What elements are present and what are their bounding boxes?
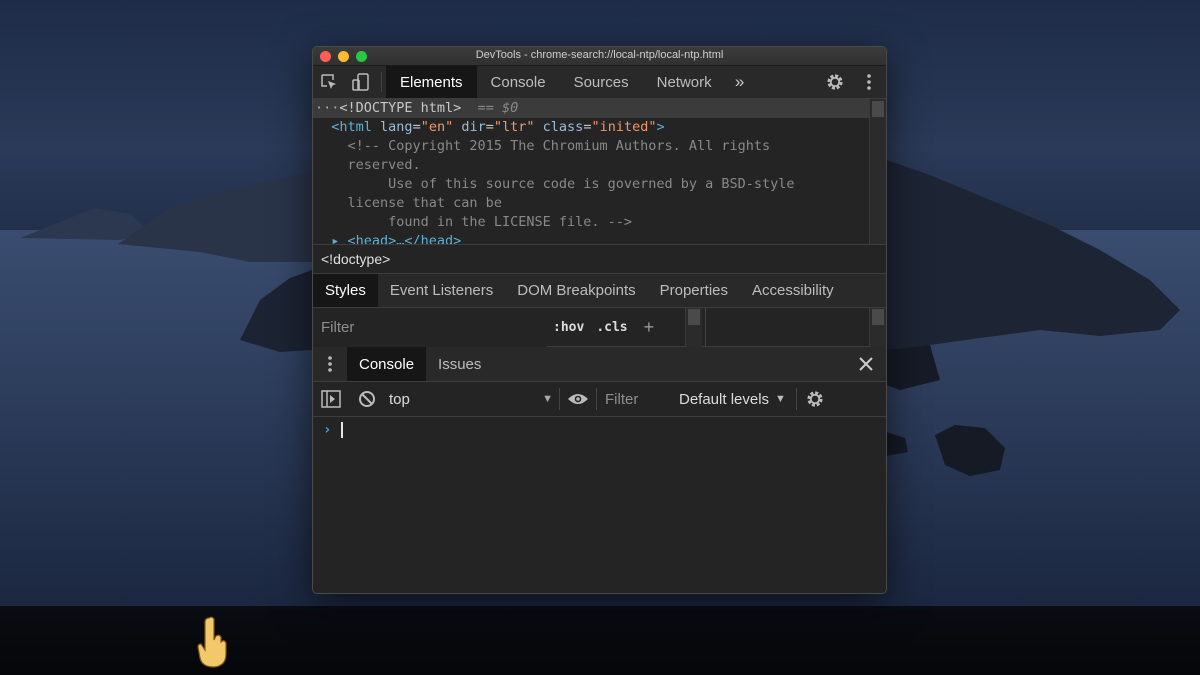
- pointing-hand-icon: [197, 616, 227, 668]
- tab-elements[interactable]: Elements: [386, 66, 477, 98]
- node-menu-dots[interactable]: ···: [315, 100, 339, 116]
- html-open-tag: <html: [331, 119, 372, 135]
- dom-comment-line: <!-- Copyright 2015 The Chromium Authors…: [347, 138, 771, 154]
- context-selector-value: top: [389, 390, 410, 408]
- doctype-text: <!DOCTYPE html>: [339, 100, 462, 116]
- log-levels-dropdown[interactable]: Default levels ▼: [669, 391, 796, 408]
- tab-sources[interactable]: Sources: [560, 66, 643, 98]
- attr-dir: dir: [461, 119, 486, 135]
- dom-tree[interactable]: ···<!DOCTYPE html> == $0 <html lang="en"…: [313, 99, 886, 244]
- gear-icon[interactable]: [818, 66, 852, 99]
- dom-node-head[interactable]: ▸ <head>…</head>: [313, 232, 886, 244]
- dom-node-html[interactable]: <html lang="en" dir="ltr" class="inited"…: [313, 118, 886, 137]
- attr-lang: lang: [380, 119, 413, 135]
- console-filter-input[interactable]: [597, 381, 669, 417]
- pane-divider[interactable]: [705, 308, 706, 347]
- attr-lang-value: "en": [420, 119, 454, 135]
- context-selector[interactable]: top ▼: [385, 391, 559, 408]
- device-toolbar-icon[interactable]: [345, 66, 377, 98]
- tab-console[interactable]: Console: [477, 66, 560, 98]
- tab-network[interactable]: Network: [643, 66, 726, 98]
- kebab-menu-icon[interactable]: [852, 66, 886, 99]
- tab-properties[interactable]: Properties: [648, 274, 740, 307]
- attr-dir-value: "ltr": [493, 119, 535, 135]
- tab-styles[interactable]: Styles: [313, 274, 378, 307]
- console-prompt[interactable]: ›: [313, 417, 886, 439]
- console-output[interactable]: ›: [313, 417, 886, 592]
- sidebar-toggle-icon[interactable]: [313, 382, 349, 417]
- tab-event-listeners[interactable]: Event Listeners: [378, 274, 505, 307]
- drawer-menu-icon[interactable]: [313, 347, 347, 381]
- attr-class: class: [542, 119, 584, 135]
- dom-comment-line: reserved.: [347, 157, 421, 173]
- console-settings-gear-icon[interactable]: [797, 382, 833, 417]
- dom-scrollbar[interactable]: [869, 99, 886, 244]
- styles-filter-input[interactable]: [313, 307, 547, 347]
- breadcrumb-item[interactable]: <!doctype>: [321, 251, 390, 267]
- title-bar[interactable]: DevTools - chrome-search://local-ntp/loc…: [313, 47, 886, 66]
- console-toolbar: top ▼ Default levels ▼: [313, 381, 886, 417]
- more-tabs-button[interactable]: »: [726, 66, 754, 98]
- clear-console-icon[interactable]: [349, 382, 385, 417]
- tab-accessibility[interactable]: Accessibility: [740, 274, 846, 307]
- drawer-tab-console[interactable]: Console: [347, 347, 427, 381]
- sidebar-tab-bar: Styles Event Listeners DOM Breakpoints P…: [313, 274, 886, 308]
- styles-toolbar: :hov .cls +: [313, 307, 886, 347]
- close-icon[interactable]: [846, 347, 886, 381]
- window-title: DevTools - chrome-search://local-ntp/loc…: [475, 49, 724, 61]
- log-levels-label: Default levels: [679, 390, 770, 408]
- dom-comment-line: found in the LICENSE file. -->: [347, 214, 632, 230]
- dom-comment-line: license that can be: [347, 195, 502, 211]
- hover-state-toggle[interactable]: :hov: [547, 320, 590, 335]
- dom-comment-line: Use of this source code is governed by a…: [347, 176, 795, 192]
- class-toggle[interactable]: .cls: [590, 320, 633, 335]
- toolbar-divider: [381, 72, 382, 92]
- selected-node-marker: == $0: [469, 100, 519, 116]
- html-close-bracket: >: [656, 119, 665, 135]
- styles-scrollbar[interactable]: [685, 308, 702, 347]
- eye-icon[interactable]: [560, 382, 596, 417]
- dropdown-arrow-icon: ▼: [775, 393, 786, 405]
- main-tab-bar: Elements Console Sources Network »: [313, 66, 886, 99]
- computed-scrollbar[interactable]: [869, 308, 886, 347]
- dock: [0, 606, 1200, 675]
- drawer-tab-bar: Console Issues: [313, 347, 886, 382]
- new-style-rule-button[interactable]: +: [634, 317, 665, 338]
- prompt-chevron-icon: ›: [323, 422, 332, 438]
- devtools-window: DevTools - chrome-search://local-ntp/loc…: [312, 46, 887, 594]
- attr-class-value: "inited": [591, 119, 657, 135]
- text-caret: [341, 422, 344, 438]
- drawer-tab-issues[interactable]: Issues: [426, 347, 493, 381]
- inspect-element-icon[interactable]: [313, 66, 345, 98]
- dom-node-doctype[interactable]: ···<!DOCTYPE html> == $0: [313, 99, 886, 118]
- dropdown-arrow-icon: ▼: [542, 393, 553, 405]
- tab-dom-breakpoints[interactable]: DOM Breakpoints: [505, 274, 647, 307]
- breadcrumb[interactable]: <!doctype>: [313, 244, 886, 274]
